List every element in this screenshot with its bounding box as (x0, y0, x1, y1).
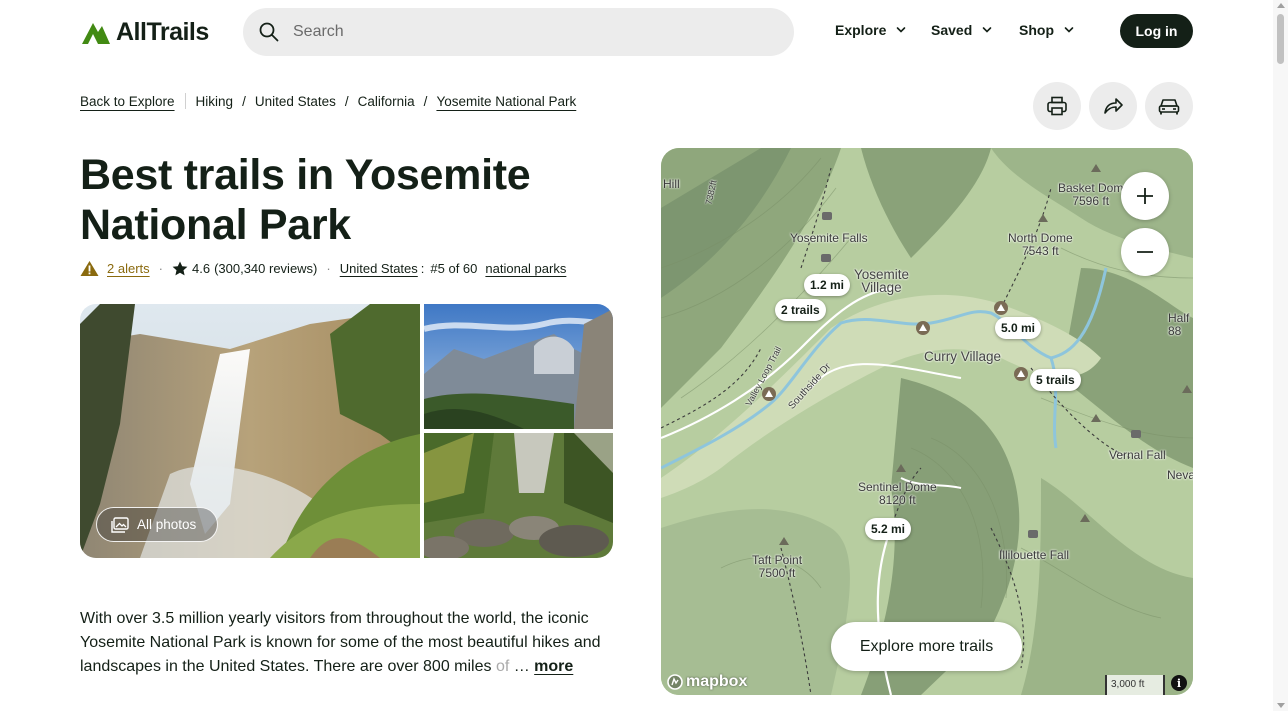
print-button[interactable] (1033, 82, 1081, 130)
search-bar[interactable] (243, 8, 794, 56)
scroll-up-arrow-icon[interactable] (1277, 3, 1285, 8)
all-photos-button[interactable]: All photos (96, 507, 218, 542)
plus-icon (1137, 188, 1153, 204)
map-scale: 3,000 ft (1105, 675, 1165, 695)
chevron-down-icon (1064, 27, 1074, 33)
breadcrumb-separator: / (344, 93, 349, 109)
map-label-illilouette-fall: Illilouette Fall (999, 548, 1070, 562)
logo-text: AllTrails (116, 18, 209, 46)
map-label-curry-village: Curry Village (924, 349, 1002, 364)
search-icon (259, 22, 279, 42)
share-button[interactable] (1089, 82, 1137, 130)
directions-button[interactable] (1145, 82, 1193, 130)
print-icon (1047, 96, 1067, 116)
warning-icon (80, 261, 99, 276)
trail-cluster-marker[interactable]: 2 trails (775, 299, 826, 321)
scroll-thumb[interactable] (1277, 14, 1284, 64)
national-parks-link[interactable]: national parks (485, 261, 566, 276)
map-label-yosemite-falls: Yosemite Falls (790, 231, 868, 245)
mapbox-logo-text: mapbox (686, 673, 748, 690)
alerts-link[interactable]: 2 alerts (107, 261, 150, 276)
minus-icon (1137, 251, 1153, 253)
description-faded-text: of (495, 658, 510, 675)
map-terrain (661, 148, 1193, 695)
map-label-half-dome: Half 88 (1168, 311, 1190, 338)
map-label-north-dome: North Dome 7543 ft (1008, 231, 1073, 258)
breadcrumb-united-states[interactable]: United States (255, 94, 336, 109)
breadcrumb-hiking[interactable]: Hiking (196, 94, 234, 109)
trail-marker[interactable]: 5.2 mi (865, 518, 912, 540)
map-label-nevada-fall: Neva (1167, 468, 1193, 482)
page-title: Best trails in Yosemite National Park (80, 151, 531, 249)
map-label-basket-dome: Basket Dom 7596 ft (1058, 181, 1124, 208)
trail-map[interactable]: Hill 7382ft Yosemite Falls Yosemite Vill… (661, 148, 1193, 695)
meta-separator: · (158, 261, 163, 276)
login-button[interactable]: Log in (1120, 14, 1193, 48)
trail-marker[interactable]: 5.0 mi (995, 317, 1042, 339)
description-ellipsis: … (509, 658, 535, 675)
photo-half-dome[interactable] (424, 304, 613, 429)
back-to-explore-link[interactable]: Back to Explore (80, 94, 175, 109)
car-icon (1158, 99, 1180, 115)
mapbox-logo[interactable]: mapbox (667, 673, 747, 691)
chevron-down-icon (897, 27, 906, 33)
info-icon[interactable]: i (1171, 675, 1187, 691)
image-icon (111, 516, 129, 533)
read-more-link[interactable]: more (534, 658, 573, 675)
star-icon (172, 261, 188, 276)
trail-marker[interactable]: 1.2 mi (804, 274, 851, 296)
map-label-taft-point: Taft Point 7500 ft (752, 553, 803, 580)
nav-saved-label: Saved (931, 22, 973, 38)
park-rank: #5 of 60 (430, 261, 478, 276)
alltrails-logo-icon (82, 22, 110, 44)
top-header: AllTrails Explore Saved Shop Log in (0, 0, 1288, 64)
zoom-out-button[interactable] (1121, 228, 1169, 276)
nav-explore-label: Explore (835, 22, 887, 38)
park-description: With over 3.5 million yearly visitors fr… (80, 607, 615, 679)
search-input[interactable] (293, 23, 753, 41)
country-link[interactable]: United States (340, 261, 418, 276)
breadcrumb-separator: / (242, 93, 246, 109)
scroll-down-arrow-icon[interactable] (1277, 703, 1285, 708)
zoom-in-button[interactable] (1121, 172, 1169, 220)
map-label-vernal-fall: Vernal Fall (1109, 448, 1166, 462)
trail-cluster-marker[interactable]: 5 trails (1030, 369, 1081, 391)
share-icon (1104, 98, 1123, 114)
nav-shop[interactable]: Shop (1019, 22, 1074, 38)
park-meta: 2 alerts · 4.6 (300,340 reviews) · Unite… (80, 260, 566, 277)
nav-explore[interactable]: Explore (835, 22, 906, 38)
page-scrollbar[interactable] (1273, 0, 1288, 711)
map-label-sentinel-dome: Sentinel Dome 8120 ft (858, 480, 937, 507)
rating-value: 4.6 (191, 261, 211, 276)
explore-more-trails-button[interactable]: Explore more trails (831, 622, 1022, 671)
breadcrumb: Back to Explore Hiking / United States /… (80, 93, 576, 109)
breadcrumb-divider (184, 93, 186, 109)
breadcrumb-separator: / (423, 93, 428, 109)
rank-separator: : (420, 261, 425, 276)
photo-river-rocks[interactable] (424, 433, 613, 558)
review-count: (300,340 reviews) (214, 261, 318, 276)
nav-saved[interactable]: Saved (931, 22, 992, 38)
map-label-yosemite-village: Yosemite Village (854, 267, 910, 295)
nav-shop-label: Shop (1019, 22, 1054, 38)
map-label-hill: Hill (663, 177, 680, 191)
breadcrumb-california[interactable]: California (358, 94, 415, 109)
breadcrumb-yosemite[interactable]: Yosemite National Park (436, 94, 576, 109)
meta-separator: · (326, 261, 331, 276)
mapbox-logo-icon (667, 674, 683, 690)
alltrails-logo[interactable]: AllTrails (80, 18, 209, 47)
all-photos-label: All photos (137, 517, 197, 532)
chevron-down-icon (982, 27, 992, 33)
